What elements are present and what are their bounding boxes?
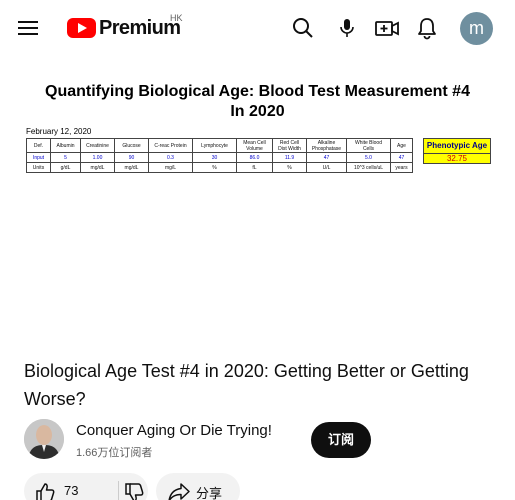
table-header-cell: Mean Cell Volume	[236, 138, 273, 153]
phenotypic-age-value: 32.75	[424, 153, 490, 163]
table-cell: %	[192, 162, 237, 173]
table-cell: mg/dL	[80, 162, 115, 173]
blood-test-table: Def. Albumin Creatinine Glucose C-reac P…	[26, 138, 413, 173]
like-dislike-pill: 73	[24, 473, 148, 500]
table-header-cell: Lymphocyte	[192, 138, 237, 153]
video-player[interactable]: Quantifying Biological Age: Blood Test M…	[0, 56, 515, 346]
phenotypic-age-label: Phenotypic Age	[424, 139, 490, 153]
youtube-premium-logo[interactable]: Premium	[67, 16, 181, 39]
region-code: HK	[170, 13, 183, 23]
table-header-cell: Alkaline Phosphatase	[306, 138, 347, 153]
search-icon[interactable]	[289, 14, 317, 42]
table-cell: 90	[114, 152, 149, 163]
table-cell: 30	[192, 152, 237, 163]
table-cell: mg/L	[148, 162, 193, 173]
microphone-icon[interactable]	[333, 14, 361, 42]
table-cell: 0.3	[148, 152, 193, 163]
table-cell: mg/dL	[114, 162, 149, 173]
menu-icon[interactable]	[16, 16, 40, 40]
table-header-row: Def. Albumin Creatinine Glucose C-reac P…	[26, 138, 413, 153]
table-header-cell: Def.	[26, 138, 51, 153]
notifications-bell-icon[interactable]	[413, 14, 441, 42]
table-header-cell: White Blood Cells	[346, 138, 391, 153]
table-header-cell: Red Cell Dist Width	[272, 138, 307, 153]
thumbs-down-icon	[123, 482, 145, 500]
account-avatar[interactable]: m	[460, 12, 493, 45]
table-cell: years	[390, 162, 413, 173]
table-cell: 11.9	[272, 152, 307, 163]
table-header-cell: Albumin	[50, 138, 81, 153]
like-button[interactable]: 73	[24, 473, 112, 500]
table-cell: 86.0	[236, 152, 273, 163]
table-cell: 47	[390, 152, 413, 163]
table-cell: %	[272, 162, 307, 173]
table-cell: 1.00	[80, 152, 115, 163]
table-cell: fL	[236, 162, 273, 173]
create-video-icon[interactable]	[373, 14, 401, 42]
slide-title: Quantifying Biological Age: Blood Test M…	[0, 82, 515, 122]
brand-text: Premium	[99, 16, 181, 39]
table-cell: 10^3 cells/uL	[346, 162, 391, 173]
table-cell: 5	[50, 152, 81, 163]
table-cell: Input	[26, 152, 51, 163]
table-header-cell: Creatinine	[80, 138, 115, 153]
table-row-input: Input 5 1.00 90 0.3 30 86.0 11.9 47 5.0 …	[26, 152, 413, 163]
thumbs-up-icon	[34, 481, 56, 500]
subscribe-button[interactable]: 订阅	[311, 422, 371, 458]
table-cell: 47	[306, 152, 347, 163]
share-label: 分享	[196, 486, 223, 500]
table-cell: Units	[26, 162, 51, 173]
share-button[interactable]: 分享	[156, 473, 240, 500]
slide-date: February 12, 2020	[26, 127, 92, 136]
table-header-cell: C-reac Protein	[148, 138, 193, 153]
video-title[interactable]: Biological Age Test #4 in 2020: Getting …	[24, 357, 484, 413]
table-header-cell: Glucose	[114, 138, 149, 153]
divider	[118, 481, 119, 500]
table-cell: 5.0	[346, 152, 391, 163]
channel-name[interactable]: Conquer Aging Or Die Trying!	[76, 422, 272, 439]
like-count: 73	[64, 483, 79, 498]
youtube-logo-icon	[67, 18, 96, 38]
table-cell: g/dL	[50, 162, 81, 173]
table-cell: U/L	[306, 162, 347, 173]
table-row-units: Units g/dL mg/dL mg/dL mg/L % fL % U/L 1…	[26, 162, 413, 173]
phenotypic-age-box: Phenotypic Age 32.75	[423, 138, 491, 164]
slide-title-line2: In 2020	[230, 103, 285, 120]
table-header-cell: Age	[390, 138, 413, 153]
channel-avatar[interactable]	[24, 419, 64, 459]
top-app-bar: Premium HK m	[0, 0, 515, 56]
subscriber-count: 1.66万位订阅者	[76, 447, 153, 459]
share-icon	[167, 481, 191, 500]
slide-title-line1: Quantifying Biological Age: Blood Test M…	[45, 83, 470, 100]
dislike-button[interactable]	[120, 473, 148, 500]
